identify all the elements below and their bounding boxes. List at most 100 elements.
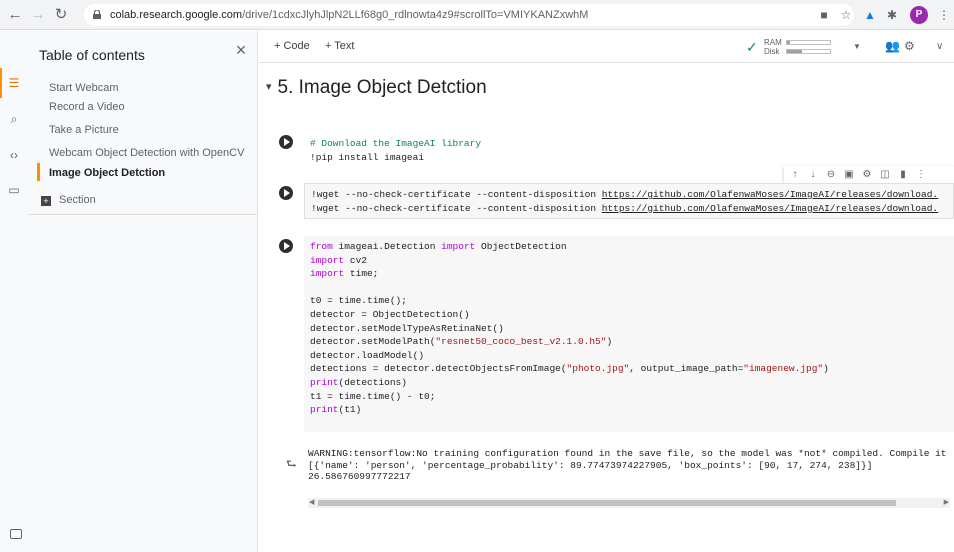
code-url-link[interactable]: https://github.com/OlafenwaMoses/ImageAI… [602, 203, 938, 214]
ram-label: RAM [764, 38, 782, 47]
files-icon[interactable]: ▭ [6, 182, 22, 198]
toc-item-take-picture[interactable]: Take a Picture [49, 124, 119, 136]
code-keyword: print [310, 376, 339, 388]
toc-divider [28, 214, 258, 215]
address-bar[interactable]: colab.research.google.com/drive/1cdxcJly… [84, 4, 854, 26]
code-string: "resnet50_coco_best_v2.1.0.h5" [435, 336, 607, 348]
toc-header: Table of contents × [28, 31, 258, 75]
code-text: ObjectDetection [475, 241, 567, 252]
url-host: colab.research.google.com [110, 9, 243, 21]
url-path: /drive/1cdxcJlyhJlpN2LLf68g0_rdlnowta4z9… [242, 9, 589, 21]
ram-meter-fill [787, 41, 791, 44]
camera-icon[interactable]: ■ [816, 7, 832, 23]
code-text: (t1) [338, 404, 362, 416]
toc-item-record-video[interactable]: Record a Video [49, 101, 125, 113]
run-cell-icon[interactable] [279, 239, 293, 253]
run-cell-icon[interactable] [279, 135, 293, 149]
toc-item-start-webcam[interactable]: Start Webcam [49, 82, 119, 94]
terminal-icon[interactable] [10, 529, 22, 539]
run-cell-icon[interactable] [279, 186, 293, 200]
code-text: detections = detector.detectObjectsFromI… [310, 363, 567, 375]
toc-item-webcam-object-detection[interactable]: Webcam Object Detection with OpenCV [49, 147, 244, 159]
share-users-icon[interactable]: 👥 [885, 39, 900, 53]
link-icon[interactable]: ⊖ [824, 168, 838, 182]
code-text: detector.loadModel() [310, 349, 425, 361]
browser-toolbar: ← → ↻ colab.research.google.com/drive/1c… [0, 0, 954, 30]
scroll-left-icon[interactable]: ◀ [309, 498, 314, 508]
scrollbar-thumb[interactable] [318, 500, 896, 506]
mirror-cell-icon[interactable]: ◫ [878, 168, 892, 182]
code-string: "imagenew.jpg" [743, 363, 824, 375]
toc-icon[interactable]: ☰ [6, 75, 22, 91]
star-icon[interactable]: ☆ [838, 7, 854, 23]
code-editor[interactable]: !wget --no-check-certificate --content-d… [304, 183, 954, 219]
code-text: t0 = time.time(); [310, 295, 407, 307]
output-menu-icon[interactable]: ⮑ [286, 455, 300, 471]
cell-toolbar: ↑ ↓ ⊖ ▣ ⚙ ◫ ▮ ⋮ [784, 166, 954, 184]
toc-active-indicator [37, 163, 40, 181]
code-editor[interactable]: from imageai.Detection import ObjectDete… [304, 236, 954, 432]
resource-dropdown-icon[interactable]: ▼ [853, 42, 861, 51]
code-editor[interactable]: # Download the ImageAI library !pip inst… [304, 133, 954, 167]
code-text: !wget --no-check-certificate --content-d… [311, 202, 602, 214]
disk-meter [786, 49, 831, 54]
delete-icon[interactable]: ▮ [896, 168, 910, 182]
rail-active-indicator [0, 68, 2, 98]
code-text: ) [823, 363, 829, 375]
code-keyword: import [441, 241, 476, 252]
toc-item-image-object-detction[interactable]: Image Object Detction [49, 167, 165, 179]
code-text: (detections) [338, 376, 407, 388]
code-snippets-icon[interactable]: ‹› [6, 147, 22, 163]
collapse-chevron-icon[interactable]: ∨ [936, 41, 943, 52]
settings-gear-icon[interactable]: ⚙ [904, 39, 915, 53]
code-cell-detection: from imageai.Detection import ObjectDete… [276, 236, 954, 436]
close-icon[interactable]: × [232, 41, 250, 59]
resource-monitor[interactable]: ✓ RAM Disk [746, 36, 856, 58]
move-up-icon[interactable]: ↑ [788, 168, 802, 182]
code-text: detector.setModelPath( [310, 336, 436, 348]
reload-icon[interactable]: ↻ [52, 6, 70, 24]
disk-meter-fill [787, 50, 803, 53]
connected-check-icon: ✓ [746, 39, 758, 55]
collapse-caret-icon[interactable]: ▾ [266, 81, 272, 93]
code-text: detector = ObjectDetection() [310, 308, 470, 320]
cell-settings-icon[interactable]: ⚙ [860, 168, 874, 182]
code-keyword: print [310, 404, 339, 416]
code-text: time; [344, 268, 379, 280]
browser-menu-icon[interactable]: ⋮ [936, 7, 952, 23]
code-text: imageai.Detection [332, 241, 442, 252]
code-text: cv2 [344, 254, 368, 266]
comment-icon[interactable]: ▣ [842, 168, 856, 182]
toc-title: Table of contents [39, 47, 145, 63]
forward-arrow-icon[interactable]: → [29, 6, 47, 24]
code-string: "photo.jpg" [566, 363, 630, 375]
toc-add-section[interactable]: + Section [41, 194, 96, 206]
code-text: detector.setModelTypeAsRetinaNet() [310, 322, 504, 334]
add-text-button[interactable]: + Text [325, 40, 354, 52]
output-line: 26.586760997772217 [308, 471, 411, 483]
output-horizontal-scrollbar[interactable]: ◀ ▶ [308, 498, 950, 508]
search-icon[interactable]: ⌕ [6, 111, 22, 127]
section-heading[interactable]: ▾ 5. Image Object Detction [266, 77, 487, 99]
code-text: t1 = time.time() - t0; [310, 390, 436, 402]
scroll-right-icon[interactable]: ▶ [944, 498, 949, 508]
code-text: , output_image_path= [629, 363, 744, 375]
lock-icon [93, 10, 101, 19]
extensions-icon[interactable]: ✱ [884, 7, 900, 23]
toc-section-label: Section [59, 194, 96, 206]
move-down-icon[interactable]: ↓ [806, 168, 820, 182]
table-of-contents-panel: Table of contents × Start Webcam Record … [28, 31, 258, 552]
profile-avatar[interactable]: P [910, 6, 928, 24]
code-text: !wget --no-check-certificate --content-d… [311, 189, 602, 200]
section-heading-text: 5. Image Object Detction [277, 77, 487, 98]
code-url-link[interactable]: https://github.com/OlafenwaMoses/ImageAI… [602, 189, 938, 200]
add-code-button[interactable]: + Code [274, 40, 310, 52]
drive-icon[interactable]: ▲ [862, 7, 878, 23]
code-keyword: import [310, 268, 345, 280]
code-keyword: import [310, 254, 345, 266]
code-text: ) [606, 336, 613, 348]
output-line: WARNING:tensorflow:No training configura… [308, 448, 947, 459]
back-arrow-icon[interactable]: ← [6, 6, 24, 24]
more-options-icon[interactable]: ⋮ [914, 168, 928, 182]
disk-label: Disk [764, 47, 780, 56]
